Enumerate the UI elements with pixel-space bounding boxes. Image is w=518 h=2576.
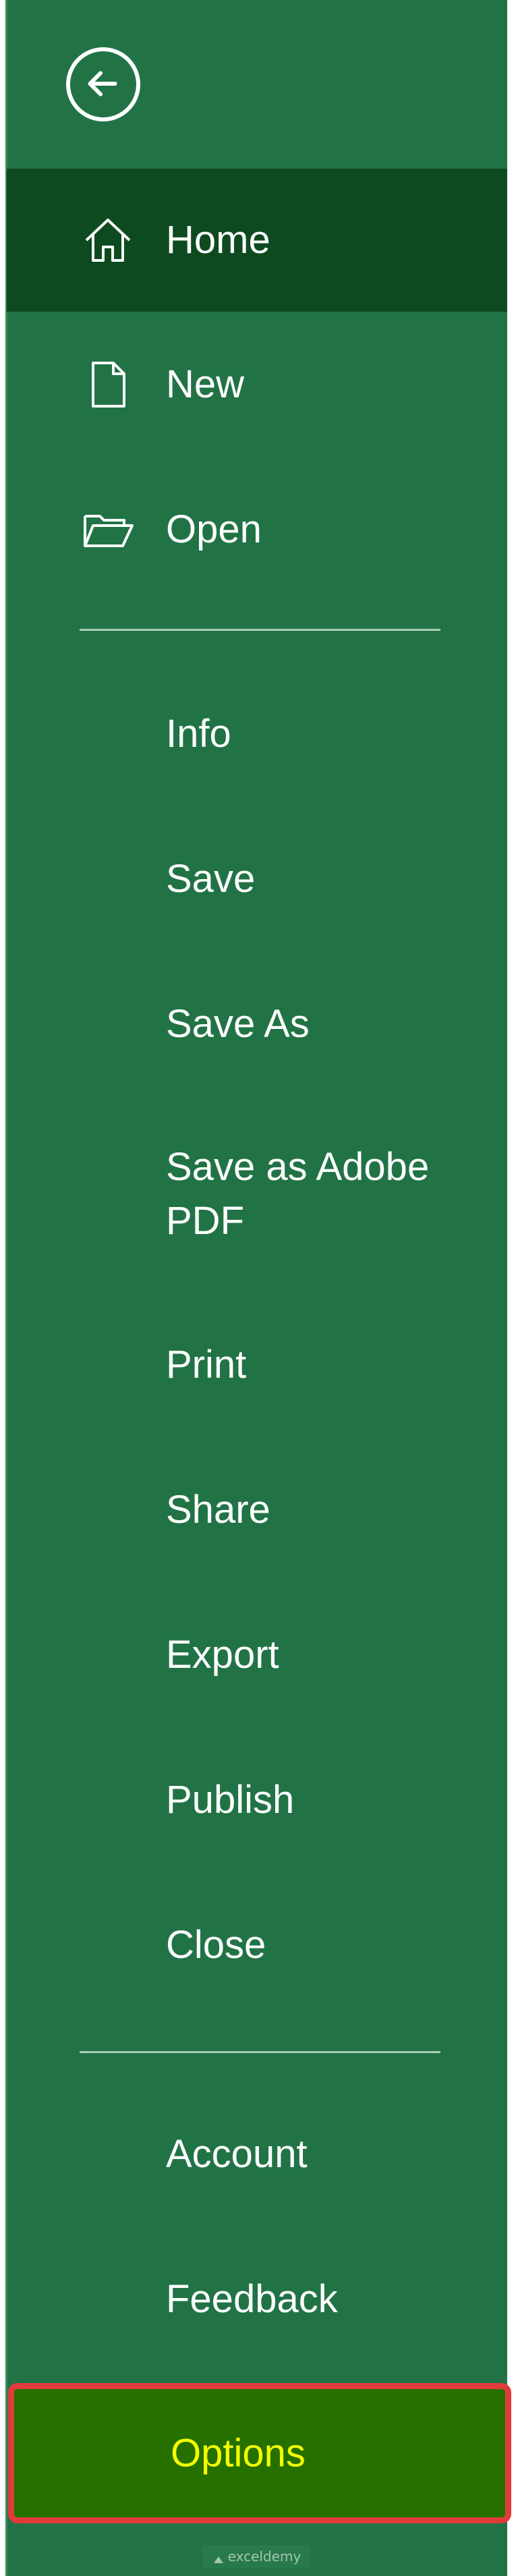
- menu-item-export[interactable]: Export: [7, 1582, 507, 1727]
- menu-item-home[interactable]: Home: [7, 169, 507, 312]
- menu-item-label: Save as Adobe PDF: [166, 1145, 430, 1243]
- menu-item-print[interactable]: Print: [7, 1292, 507, 1437]
- menu-item-label: Share: [166, 1487, 270, 1532]
- menu-item-feedback[interactable]: Feedback: [7, 2227, 507, 2372]
- menu-item-open[interactable]: Open: [7, 457, 507, 602]
- menu-item-options[interactable]: Options: [8, 2383, 511, 2523]
- back-button[interactable]: [66, 47, 140, 121]
- menu-item-label: Feedback: [166, 2276, 338, 2321]
- menu-item-save[interactable]: Save: [7, 806, 507, 951]
- menu-item-label: Save: [166, 856, 256, 901]
- menu-item-label: Print: [166, 1342, 247, 1387]
- new-document-icon: [81, 358, 135, 412]
- menu-item-label: New: [166, 362, 245, 406]
- menu-item-label: Export: [166, 1632, 279, 1677]
- menu-item-info[interactable]: Info: [7, 661, 507, 806]
- menu-item-share[interactable]: Share: [7, 1437, 507, 1582]
- menu-item-save-as-adobe-pdf[interactable]: Save as Adobe PDF: [7, 1096, 507, 1292]
- home-icon: [81, 213, 135, 267]
- menu-item-label: Home: [166, 218, 270, 262]
- menu-item-label: Save As: [166, 1001, 310, 1046]
- menu-item-label: Options: [171, 2431, 306, 2475]
- menu-item-label: Info: [166, 711, 231, 756]
- menu-item-label: Close: [166, 1922, 266, 1967]
- backstage-panel: Home New Open Info Save Save As Save as …: [0, 0, 518, 2576]
- menu-item-new[interactable]: New: [7, 312, 507, 457]
- menu-item-close[interactable]: Close: [7, 1872, 507, 2017]
- menu-item-label: Publish: [166, 1777, 295, 1822]
- watermark-logo-icon: [212, 2551, 225, 2565]
- menu-item-account[interactable]: Account: [7, 2081, 507, 2227]
- watermark: exceldemy: [202, 2545, 310, 2568]
- menu-divider: [80, 629, 440, 631]
- watermark-text: exceldemy: [227, 2548, 301, 2565]
- menu-item-publish[interactable]: Publish: [7, 1727, 507, 1872]
- folder-open-icon: [81, 503, 135, 557]
- menu-item-save-as[interactable]: Save As: [7, 951, 507, 1096]
- menu-item-label: Open: [166, 507, 262, 551]
- menu-item-label: Account: [166, 2131, 308, 2176]
- menu-divider: [80, 2051, 440, 2053]
- back-arrow-icon: [88, 71, 117, 96]
